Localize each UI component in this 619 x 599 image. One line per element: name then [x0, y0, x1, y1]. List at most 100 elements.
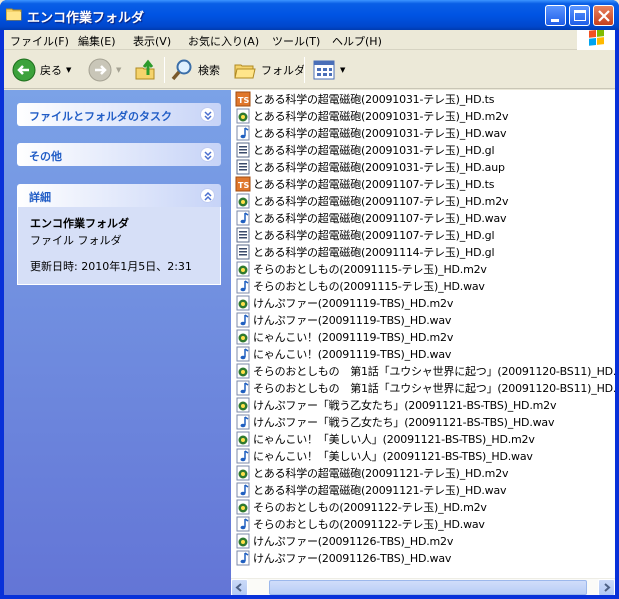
file-name: けんぷファー「戦う乙女たち」(20091121-BS-TBS)_HD.m2v [253, 398, 557, 412]
search-button[interactable]: 検索 [170, 55, 220, 85]
wav-icon [235, 380, 251, 396]
arrow-right-icon [604, 583, 611, 592]
collapse-icon[interactable] [200, 188, 215, 203]
file-name: にゃんこい！(20091119-TBS)_HD.m2v [253, 330, 454, 344]
menu-view[interactable]: 表示(V) [133, 33, 171, 49]
folder-icon [6, 8, 22, 21]
scroll-left-button[interactable] [231, 579, 248, 595]
file-name: そらのおとしもの(20091115-テレ玉)_HD.wav [253, 279, 485, 293]
title-bar[interactable]: エンコ作業フォルダ [0, 0, 619, 30]
file-name: とある科学の超電磁砲(20091121-テレ玉)_HD.m2v [253, 466, 509, 480]
file-name: とある科学の超電磁砲(20091031-テレ玉)_HD.wav [253, 126, 507, 140]
minimize-button[interactable] [545, 5, 566, 26]
file-folder-tasks-header[interactable]: ファイルとフォルダのタスク [17, 103, 221, 126]
file-list-pane[interactable]: TS とある科学の超電磁砲(20091031-テレ玉)_HD.ts とある科学の超電… [231, 90, 615, 595]
m2v-icon [235, 499, 251, 515]
file-item[interactable]: けんぷファー(20091126-TBS)_HD.m2v [235, 532, 615, 549]
maximize-button[interactable] [569, 5, 590, 26]
ts-icon: TS [235, 91, 251, 107]
file-item[interactable]: けんぷファー(20091126-TBS)_HD.wav [235, 549, 615, 566]
horizontal-scrollbar[interactable] [231, 578, 615, 595]
other-places-header[interactable]: その他 [17, 143, 221, 166]
file-item[interactable]: にゃんこい！「美しい人」(20091121-BS-TBS)_HD.wav [235, 447, 615, 464]
toolbar: 戻る ▼ ▼ 検索 フォルダ ▼ [4, 51, 615, 89]
forward-arrow-icon [88, 58, 112, 82]
file-item[interactable]: とある科学の超電磁砲(20091121-テレ玉)_HD.wav [235, 481, 615, 498]
file-item[interactable]: けんぷファー(20091119-TBS)_HD.wav [235, 311, 615, 328]
file-item[interactable]: とある科学の超電磁砲(20091121-テレ玉)_HD.m2v [235, 464, 615, 481]
file-name: にゃんこい！(20091119-TBS)_HD.wav [253, 347, 452, 361]
window-title: エンコ作業フォルダ [27, 11, 145, 26]
menu-help[interactable]: ヘルプ(H) [332, 33, 382, 49]
wav-icon [235, 448, 251, 464]
task-pane: ファイルとフォルダのタスク その他 詳細 エンコ作業フォルダ ファイル フォルダ… [4, 90, 231, 595]
file-name: けんぷファー(20091119-TBS)_HD.wav [253, 313, 452, 327]
file-item[interactable]: TS とある科学の超電磁砲(20091107-テレ玉)_HD.ts [235, 175, 615, 192]
expand-icon[interactable] [200, 147, 215, 162]
file-item[interactable]: とある科学の超電磁砲(20091031-テレ玉)_HD.m2v [235, 107, 615, 124]
file-item[interactable]: とある科学の超電磁砲(20091107-テレ玉)_HD.m2v [235, 192, 615, 209]
toolbar-separator [164, 57, 165, 83]
file-item[interactable]: そらのおとしもの(20091122-テレ玉)_HD.m2v [235, 498, 615, 515]
up-folder-button[interactable] [134, 55, 158, 85]
m2v-icon [235, 108, 251, 124]
file-item[interactable]: そらのおとしもの 第1話「ユウシャ世界に起つ」(20091120-BS11)_H… [235, 379, 615, 396]
details-panel: 詳細 エンコ作業フォルダ ファイル フォルダ 更新日時: 2010年1月5日、2… [17, 184, 221, 285]
file-item[interactable]: とある科学の超電磁砲(20091031-テレ玉)_HD.wav [235, 124, 615, 141]
dropdown-arrow-icon[interactable]: ▼ [66, 66, 71, 74]
close-button[interactable] [593, 5, 614, 26]
scrollbar-thumb[interactable] [269, 580, 587, 595]
file-name: とある科学の超電磁砲(20091114-テレ玉)_HD.gl [253, 245, 495, 259]
menu-tools[interactable]: ツール(T) [272, 33, 320, 49]
ts-icon: TS [235, 176, 251, 192]
toolbar-separator [304, 57, 305, 83]
close-icon [598, 10, 610, 22]
file-item[interactable]: TS とある科学の超電磁砲(20091031-テレ玉)_HD.ts [235, 90, 615, 107]
other-places-panel: その他 [17, 143, 221, 166]
expand-icon[interactable] [200, 107, 215, 122]
dropdown-arrow-icon[interactable]: ▼ [340, 66, 345, 74]
file-name: にゃんこい！「美しい人」(20091121-BS-TBS)_HD.wav [253, 449, 533, 463]
file-item[interactable]: そらのおとしもの 第1話「ユウシャ世界に起つ」(20091120-BS11)_H… [235, 362, 615, 379]
menu-favorites[interactable]: お気に入り(A) [188, 33, 259, 49]
file-item[interactable]: けんぷファー「戦う乙女たち」(20091121-BS-TBS)_HD.m2v [235, 396, 615, 413]
details-header[interactable]: 詳細 [17, 184, 221, 207]
m2v-icon [235, 295, 251, 311]
file-item[interactable]: とある科学の超電磁砲(20091107-テレ玉)_HD.gl [235, 226, 615, 243]
wav-icon [235, 312, 251, 328]
m2v-icon [235, 465, 251, 481]
dropdown-arrow-icon[interactable]: ▼ [116, 66, 121, 74]
back-button[interactable]: 戻る ▼ [12, 55, 71, 85]
wav-icon [235, 346, 251, 362]
file-item[interactable]: にゃんこい！(20091119-TBS)_HD.wav [235, 345, 615, 362]
file-item[interactable]: とある科学の超電磁砲(20091031-テレ玉)_HD.gl [235, 141, 615, 158]
forward-button[interactable]: ▼ [88, 55, 121, 85]
file-item[interactable]: とある科学の超電磁砲(20091031-テレ玉)_HD.aup [235, 158, 615, 175]
folders-button[interactable]: フォルダ [233, 55, 305, 85]
file-item[interactable]: そらのおとしもの(20091115-テレ玉)_HD.wav [235, 277, 615, 294]
menu-file[interactable]: ファイル(F) [10, 33, 69, 49]
wav-icon [235, 414, 251, 430]
file-item[interactable]: とある科学の超電磁砲(20091107-テレ玉)_HD.wav [235, 209, 615, 226]
arrow-left-icon [235, 583, 242, 592]
views-button[interactable]: ▼ [312, 55, 345, 85]
file-item[interactable]: にゃんこい！(20091119-TBS)_HD.m2v [235, 328, 615, 345]
file-item[interactable]: けんぷファー「戦う乙女たち」(20091121-BS-TBS)_HD.wav [235, 413, 615, 430]
file-item[interactable]: そらのおとしもの(20091122-テレ玉)_HD.wav [235, 515, 615, 532]
maximize-icon [574, 10, 586, 21]
file-folder-tasks-panel: ファイルとフォルダのタスク [17, 103, 221, 126]
file-name: そらのおとしもの(20091115-テレ玉)_HD.m2v [253, 262, 487, 276]
file-name: そらのおとしもの(20091122-テレ玉)_HD.m2v [253, 500, 487, 514]
minimize-icon [551, 19, 559, 22]
wav-icon [235, 516, 251, 532]
file-item[interactable]: にゃんこい！「美しい人」(20091121-BS-TBS)_HD.m2v [235, 430, 615, 447]
file-item[interactable]: とある科学の超電磁砲(20091114-テレ玉)_HD.gl [235, 243, 615, 260]
file-name: そらのおとしもの 第1話「ユウシャ世界に起つ」(20091120-BS11)_H… [253, 364, 615, 378]
file-item[interactable]: けんぷファー(20091119-TBS)_HD.m2v [235, 294, 615, 311]
details-modified-date: 更新日時: 2010年1月5日、2:31 [30, 260, 192, 273]
explorer-window: エンコ作業フォルダ ファイル(F) 編集(E) 表示(V) お気に入り(A) ツ… [0, 0, 619, 599]
scroll-right-button[interactable] [598, 579, 615, 595]
other-places-title: その他 [29, 150, 62, 163]
file-item[interactable]: そらのおとしもの(20091115-テレ玉)_HD.m2v [235, 260, 615, 277]
menu-edit[interactable]: 編集(E) [78, 33, 116, 49]
